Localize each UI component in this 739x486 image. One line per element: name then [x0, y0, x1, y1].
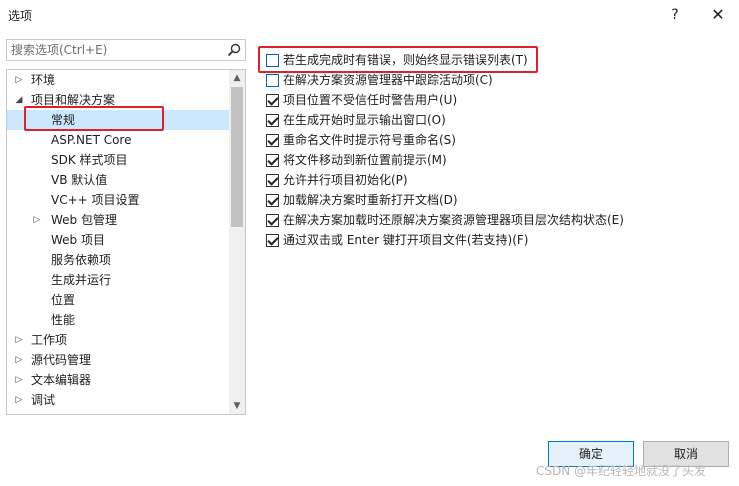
- option-label: 重命名文件时提示符号重命名(S): [283, 133, 456, 147]
- tree-item-label: 生成并运行: [51, 273, 112, 287]
- option-label: 项目位置不受信任时警告用户(U): [283, 93, 458, 107]
- tree-item[interactable]: ▷ 环境: [7, 70, 230, 90]
- tree-item[interactable]: SDK 样式项目: [7, 150, 230, 170]
- help-button[interactable]: ?: [662, 4, 688, 26]
- title-bar: 选项 ? ✕: [0, 0, 739, 30]
- tree-item-label: 服务依赖项: [51, 253, 112, 267]
- option-checkbox[interactable]: [266, 94, 279, 107]
- tree-item[interactable]: 性能: [7, 310, 230, 330]
- tree-item[interactable]: 位置: [7, 290, 230, 310]
- option-label: 在解决方案加载时还原解决方案资源管理器项目层次结构状态(E): [283, 213, 624, 227]
- tree-item-label: 调试: [31, 393, 56, 407]
- option-checkbox[interactable]: [266, 74, 279, 87]
- option-checkbox[interactable]: [266, 234, 279, 247]
- expand-arrow-icon[interactable]: ▷: [13, 70, 25, 90]
- tree-item-label: VB 默认值: [51, 173, 108, 187]
- option-checkbox[interactable]: [266, 174, 279, 187]
- expand-arrow-icon[interactable]: ▷: [13, 330, 25, 350]
- option-checkbox[interactable]: [266, 114, 279, 127]
- tree-item[interactable]: VC++ 项目设置: [7, 190, 230, 210]
- tree-item[interactable]: ASP.NET Core: [7, 130, 230, 150]
- tree-item[interactable]: ▷ 文本编辑器: [7, 370, 230, 390]
- tree-item-label: ASP.NET Core: [51, 133, 132, 147]
- option-checkbox[interactable]: [266, 54, 279, 67]
- option-checkbox[interactable]: [266, 134, 279, 147]
- tree-item[interactable]: VB 默认值: [7, 170, 230, 190]
- tree-item-label: 文本编辑器: [31, 373, 92, 387]
- tree-item-label: VC++ 项目设置: [51, 193, 140, 207]
- collapse-arrow-icon[interactable]: ◢: [13, 90, 25, 110]
- expand-arrow-icon[interactable]: ▷: [13, 390, 25, 410]
- close-button[interactable]: ✕: [705, 4, 731, 26]
- tree-item[interactable]: ▷ Web 包管理: [7, 210, 230, 230]
- window-title: 选项: [8, 9, 33, 23]
- tree-item-label: Web 项目: [51, 233, 105, 247]
- option-label: 允许并行项目初始化(P): [283, 173, 408, 187]
- tree-item[interactable]: 常规: [7, 110, 230, 130]
- expand-arrow-icon[interactable]: ▷: [31, 210, 43, 230]
- tree-item[interactable]: 生成并运行: [7, 270, 230, 290]
- tree-item[interactable]: Web 项目: [7, 230, 230, 250]
- option-label: 在生成开始时显示输出窗口(O): [283, 113, 446, 127]
- option-label: 加载解决方案时重新打开文档(D): [283, 193, 458, 207]
- tree-item-label: Web 包管理: [51, 213, 117, 227]
- tree-item[interactable]: ◢ 项目和解决方案: [7, 90, 230, 110]
- tree-item[interactable]: ▷ 源代码管理: [7, 350, 230, 370]
- tree-item-label: 工作项: [31, 333, 68, 347]
- options-tree[interactable]: ▷ 环境 ◢ 项目和解决方案常规 ASP.NET Core SDK 样式项目 VB 默认值 V…: [6, 69, 246, 415]
- tree-item-label: 项目和解决方案: [31, 93, 116, 107]
- tree-item[interactable]: ▷ 调试: [7, 390, 230, 410]
- tree-item-label: 性能: [51, 313, 76, 327]
- scroll-down-icon[interactable]: ▼: [229, 398, 245, 414]
- option-label: 若生成完成时有错误，则始终显示错误列表(T): [283, 53, 528, 67]
- search-input[interactable]: [7, 40, 221, 60]
- option-checkbox[interactable]: [266, 194, 279, 207]
- tree-item-label: 环境: [31, 73, 56, 87]
- search-box: [6, 39, 246, 61]
- tree-item-label: 常规: [51, 113, 76, 127]
- scroll-up-icon[interactable]: ▲: [229, 70, 245, 86]
- tree-item[interactable]: 服务依赖项: [7, 250, 230, 270]
- tree-scrollbar[interactable]: ▲ ▼: [229, 70, 245, 414]
- tree-item[interactable]: ▷ 工作项: [7, 330, 230, 350]
- option-label: 在解决方案资源管理器中跟踪活动项(C): [283, 73, 493, 87]
- tree-item-label: 源代码管理: [31, 353, 92, 367]
- option-checkbox[interactable]: [266, 154, 279, 167]
- option-label: 通过双击或 Enter 键打开项目文件(若支持)(F): [283, 233, 529, 247]
- watermark: CSDN @年纪轻轻地就没了头发: [536, 464, 707, 478]
- expand-arrow-icon[interactable]: ▷: [13, 370, 25, 390]
- scrollbar-thumb[interactable]: [231, 87, 243, 227]
- expand-arrow-icon[interactable]: ▷: [13, 350, 25, 370]
- search-icon[interactable]: [226, 42, 242, 58]
- tree-item-label: SDK 样式项目: [51, 153, 128, 167]
- option-checkbox[interactable]: [266, 214, 279, 227]
- option-label: 将文件移动到新位置前提示(M): [283, 153, 447, 167]
- tree-item-label: 位置: [51, 293, 76, 307]
